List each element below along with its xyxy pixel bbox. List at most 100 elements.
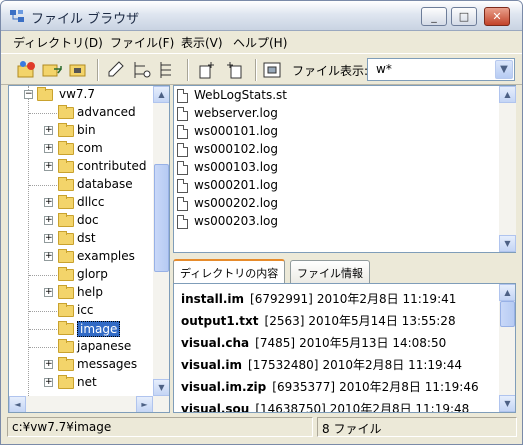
scroll-thumb[interactable]	[154, 164, 169, 272]
scroll-thumb[interactable]	[500, 301, 515, 327]
expand-icon[interactable]: +	[44, 216, 53, 225]
tree-item[interactable]: + com	[9, 140, 169, 158]
tree-item-label: japanese	[77, 339, 132, 353]
file-list-icon[interactable]	[157, 60, 179, 80]
scroll-left-icon[interactable]: ◄	[9, 396, 26, 412]
file-in-icon[interactable]	[131, 60, 153, 80]
file-list-item[interactable]: WebLogStats.st	[174, 87, 494, 105]
directory-contents-panel[interactable]: install.im [6792991] 2010年2月8日 11:19:41 out…	[173, 283, 516, 413]
expand-icon[interactable]: +	[44, 162, 53, 171]
directory-tree[interactable]: − vw7.7 advanced + bin + com + contributed data…	[8, 85, 170, 413]
tree-item[interactable]: + help	[9, 284, 169, 302]
window-title: ファイル ブラウザ	[31, 12, 140, 27]
menu-file[interactable]: ファイル(F)	[110, 34, 174, 51]
file-list-scrollbar[interactable]: ▲ ▼	[499, 86, 516, 252]
folder-icon	[58, 321, 74, 335]
tree-item[interactable]: japanese	[9, 338, 169, 356]
tree-item[interactable]: database	[9, 176, 169, 194]
file-filter-label: ファイル表示:	[292, 64, 369, 78]
expand-icon[interactable]: +	[44, 234, 53, 243]
tree-vertical-scrollbar[interactable]: ▲ ▼	[153, 86, 169, 396]
chevron-down-icon[interactable]: ▼	[495, 60, 513, 79]
tree-item-label: image	[77, 321, 121, 337]
file-list-item[interactable]: ws000102.log	[174, 141, 494, 159]
scroll-up-icon[interactable]: ▲	[153, 86, 169, 103]
tree-item[interactable]: glorp	[9, 266, 169, 284]
tree-item[interactable]: + dllcc	[9, 194, 169, 212]
file-list-item[interactable]: ws000103.log	[174, 159, 494, 177]
add-file-icon[interactable]	[197, 60, 219, 80]
entry-date: 2010年2月8日 11:19:44	[322, 358, 462, 372]
scroll-down-icon[interactable]: ▼	[499, 395, 515, 412]
expand-icon[interactable]: +	[44, 126, 53, 135]
title-bar[interactable]: ファイル ブラウザ _ □ ✕	[1, 1, 522, 31]
directory-entry[interactable]: visual.sou [14638750] 2010年2月8日 11:19:48	[181, 400, 501, 413]
file-list-item[interactable]: ws000101.log	[174, 123, 494, 141]
refresh-icon[interactable]	[67, 60, 89, 80]
collapse-icon[interactable]: −	[24, 90, 33, 99]
expand-icon[interactable]: +	[44, 252, 53, 261]
tree-item[interactable]: + bin	[9, 122, 169, 140]
file-filter-value[interactable]: w*	[376, 62, 392, 76]
details-scrollbar[interactable]: ▲ ▼	[499, 284, 515, 412]
tab-directory-contents[interactable]: ディレクトリの内容	[173, 259, 286, 284]
menu-view[interactable]: 表示(V)	[181, 34, 223, 51]
directory-entry[interactable]: visual.im [17532480] 2010年2月8日 11:19:44	[181, 356, 501, 378]
file-list-item[interactable]: ws000201.log	[174, 177, 494, 195]
entry-name: visual.sou	[181, 402, 250, 413]
expand-icon[interactable]: +	[44, 144, 53, 153]
directory-entry[interactable]: visual.im.zip [6935377] 2010年2月8日 11:19:46	[181, 378, 501, 400]
entry-size: [7485]	[255, 336, 296, 350]
copy-directory-icon[interactable]	[41, 60, 63, 80]
tree-item[interactable]: advanced	[9, 104, 169, 122]
menu-help[interactable]: ヘルプ(H)	[233, 34, 287, 51]
expand-icon[interactable]: +	[44, 360, 53, 369]
expand-icon[interactable]: +	[44, 288, 53, 297]
directory-entry[interactable]: install.im [6792991] 2010年2月8日 11:19:41	[181, 290, 501, 312]
file-icon	[177, 215, 188, 229]
entry-date: 2010年2月8日 11:19:48	[329, 402, 470, 413]
tree-item[interactable]: image	[9, 320, 169, 338]
toolbar-separator	[255, 59, 257, 81]
tree-item[interactable]: + doc	[9, 212, 169, 230]
scroll-up-icon[interactable]: ▲	[499, 86, 516, 103]
tree-item-root[interactable]: − vw7.7	[9, 86, 169, 104]
info-tabs: ディレクトリの内容 ファイル情報	[173, 259, 516, 284]
file-list-item[interactable]: ws000202.log	[174, 195, 494, 213]
tree-guide-line	[29, 347, 57, 348]
add-file-icon[interactable]	[225, 60, 247, 80]
tree-item[interactable]: + messages	[9, 356, 169, 374]
directory-entry[interactable]: visual.cha [7485] 2010年5月13日 14:08:50	[181, 334, 501, 356]
tab-file-info[interactable]: ファイル情報	[290, 260, 370, 283]
tree-item[interactable]: + examples	[9, 248, 169, 266]
folder-icon	[58, 267, 74, 281]
file-list-item[interactable]: webserver.log	[174, 105, 494, 123]
maximize-button[interactable]: □	[451, 7, 477, 26]
expand-icon[interactable]: +	[44, 198, 53, 207]
folder-icon	[58, 231, 74, 245]
file-list[interactable]: WebLogStats.st webserver.log ws000101.log w…	[173, 85, 516, 253]
tree-item[interactable]: + dst	[9, 230, 169, 248]
toolbar-separator	[97, 59, 99, 81]
edit-icon[interactable]	[105, 60, 127, 80]
app-icon	[10, 10, 24, 22]
open-image-icon[interactable]	[261, 60, 283, 80]
scroll-right-icon[interactable]: ►	[136, 396, 153, 412]
tree-item[interactable]: + contributed	[9, 158, 169, 176]
tree-item[interactable]: icc	[9, 302, 169, 320]
scroll-up-icon[interactable]: ▲	[499, 284, 515, 301]
scroll-down-icon[interactable]: ▼	[499, 235, 516, 252]
new-directory-icon[interactable]	[15, 60, 37, 80]
scroll-down-icon[interactable]: ▼	[153, 379, 169, 396]
minimize-button[interactable]: _	[421, 7, 447, 26]
file-filter-combo[interactable]: w* ▼	[367, 58, 515, 81]
expand-icon[interactable]: +	[44, 378, 53, 387]
directory-entry[interactable]: output1.txt [2563] 2010年5月14日 13:55:28	[181, 312, 501, 334]
menu-directory[interactable]: ディレクトリ(D)	[13, 34, 103, 51]
tree-item[interactable]: + net	[9, 374, 169, 392]
file-icon	[177, 179, 188, 193]
file-list-item[interactable]: ws000203.log	[174, 213, 494, 231]
close-button[interactable]: ✕	[484, 7, 510, 26]
entry-size: [6935377]	[272, 380, 336, 394]
tree-horizontal-scrollbar[interactable]: ◄ ►	[9, 396, 169, 412]
